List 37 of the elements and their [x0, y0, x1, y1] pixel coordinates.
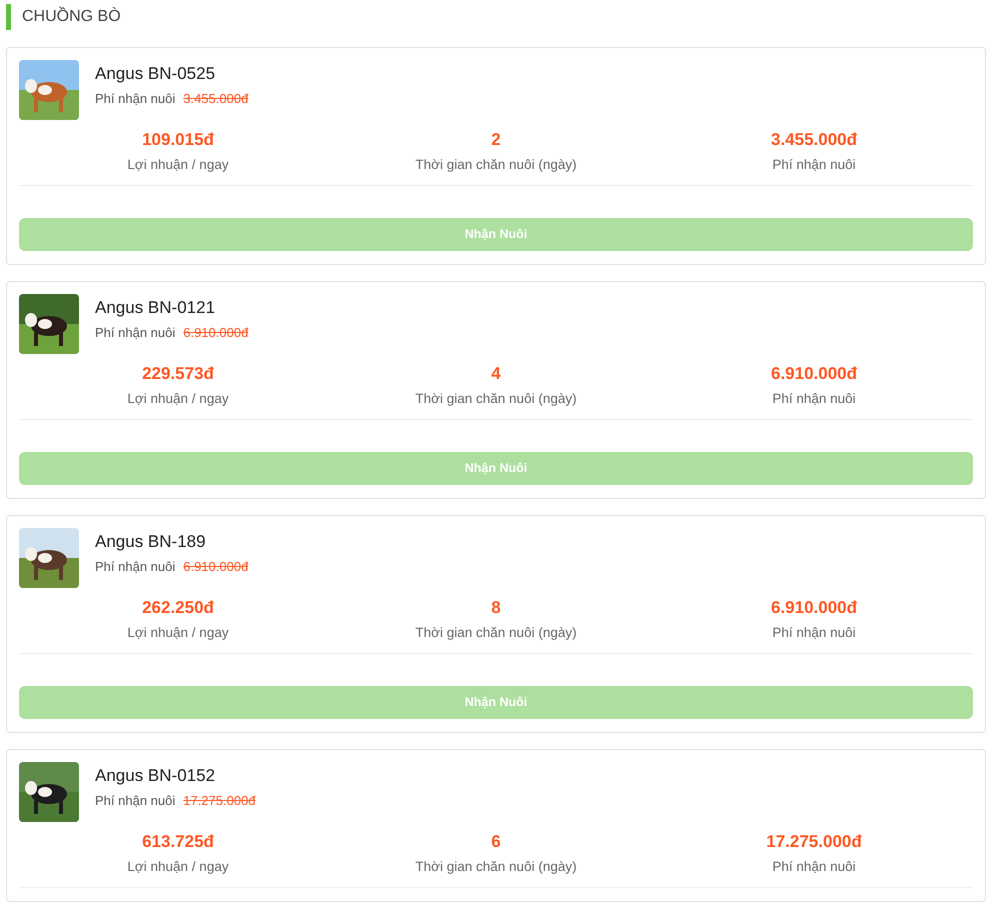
- stat-label: Lợi nhuận / ngay: [126, 390, 230, 408]
- stat-label: Thời gian chăn nuôi (ngày): [414, 390, 578, 408]
- stat-value: 6: [490, 831, 502, 853]
- stat-label: Thời gian chăn nuôi (ngày): [414, 624, 578, 642]
- stat-value: 2: [490, 129, 502, 151]
- old-price: 6.910.000đ: [183, 558, 248, 576]
- fee-label: Phí nhận nuôi: [95, 558, 176, 576]
- cow-name: Angus BN-0152: [95, 765, 216, 787]
- stat-label: Lợi nhuận / ngay: [126, 156, 230, 174]
- stat-value: 6.910.000đ: [770, 597, 858, 619]
- stat-label: Phí nhận nuôi: [771, 624, 857, 642]
- old-price: 17.275.000đ: [183, 792, 256, 810]
- stat-label: Lợi nhuận / ngay: [126, 624, 230, 642]
- cow-name: Angus BN-0121: [95, 297, 216, 319]
- old-price: 6.910.000đ: [183, 324, 248, 342]
- stat-value: 4: [490, 363, 502, 385]
- stat-label: Thời gian chăn nuôi (ngày): [414, 156, 578, 174]
- stat-value: 229.573đ: [141, 363, 215, 385]
- stat-value: 6.910.000đ: [770, 363, 858, 385]
- stat-value: 262.250đ: [141, 597, 215, 619]
- stat-label: Phí nhận nuôi: [771, 390, 857, 408]
- fee-label: Phí nhận nuôi: [95, 90, 176, 108]
- cow-name: Angus BN-189: [95, 531, 207, 553]
- cow-name: Angus BN-0525: [95, 63, 216, 85]
- stat-value: 109.015đ: [141, 129, 215, 151]
- fee-label: Phí nhận nuôi: [95, 792, 176, 810]
- old-price: 3.455.000đ: [183, 90, 248, 108]
- section-title: CHUỒNG BÒ: [6, 4, 989, 30]
- stat-value: 3.455.000đ: [770, 129, 858, 151]
- stat-value: 17.275.000đ: [765, 831, 863, 853]
- stat-label: Phí nhận nuôi: [771, 156, 857, 174]
- stat-label: Lợi nhuận / ngay: [126, 858, 230, 876]
- stat-label: Thời gian chăn nuôi (ngày): [414, 858, 578, 876]
- stat-label: Phí nhận nuôi: [771, 858, 857, 876]
- stat-value: 613.725đ: [141, 831, 215, 853]
- stat-value: 8: [490, 597, 502, 619]
- fee-label: Phí nhận nuôi: [95, 324, 176, 342]
